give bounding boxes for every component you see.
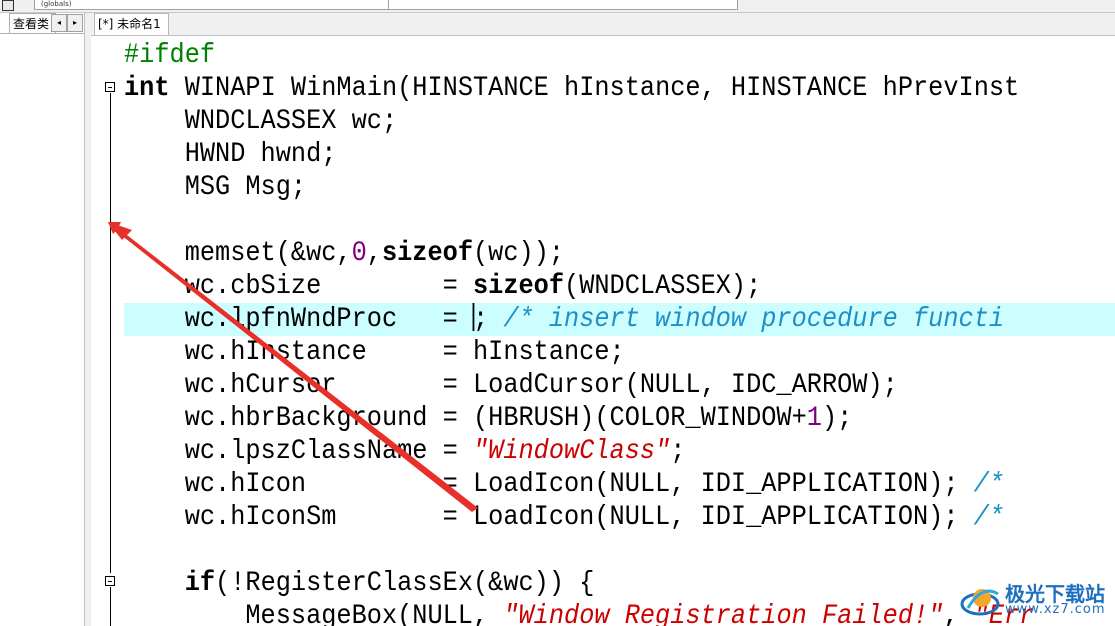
tab-scroll-left-button[interactable]: ◂ [51,14,67,32]
code-token: /* [973,502,1005,533]
code-token: int [124,73,170,104]
code-token: wc.hInstance = hInstance; [124,337,625,368]
code-token: wc.hIcon = LoadIcon(NULL, IDI_APPLICATIO… [124,469,974,500]
code-line[interactable]: wc.cbSize = sizeof(WNDCLASSEX); [124,270,1019,303]
code-token: /* insert window procedure functi [503,304,1005,335]
code-token: wc.lpszClassName = [124,436,473,467]
code-token: 1 [806,403,822,434]
code-editor[interactable]: #ifdef int WINAPI WinMain(HINSTANCE hInst… [124,39,1115,626]
toolbar: (globals) [0,0,1115,13]
code-token: memset(&wc, [124,238,352,269]
code-token: WINAPI WinMain(HINSTANCE hInstance, HINS… [169,73,1020,104]
watermark-url: www.xz7.com [1005,602,1106,617]
code-token: (wc)); [473,238,565,269]
code-token: wc.hIconSm = LoadIcon(NULL, IDI_APPLICAT… [124,502,974,533]
fold-collapse-icon[interactable] [105,82,115,92]
code-line[interactable]: wc.hbrBackground = (HBRUSH)(COLOR_WINDOW… [124,402,1019,435]
code-token: MessageBox(NULL, [124,601,504,626]
code-token: WNDCLASSEX wc; [124,106,398,137]
code-line[interactable]: wc.hIcon = LoadIcon(NULL, IDI_APPLICATIO… [124,468,1019,501]
code-token: ); [821,403,853,434]
code-token: (WNDCLASSEX); [564,271,762,302]
class-combo[interactable]: (globals) [34,0,392,10]
code-line-current[interactable]: wc.lpfnWndProc = ; /* insert window proc… [124,303,1019,336]
code-token: (!RegisterClassEx(&wc)) { [215,568,595,599]
tab-scroll-right-button[interactable]: ▸ [67,14,83,32]
code-line[interactable]: MessageBox(NULL, "Window Registration Fa… [124,600,1034,626]
code-line[interactable]: wc.lpszClassName = "WindowClass"; [124,435,1019,468]
code-line[interactable]: wc.hCursor = LoadCursor(NULL, IDC_ARROW)… [124,369,1019,402]
code-line[interactable]: int WINAPI WinMain(HINSTANCE hInstance, … [124,72,1019,105]
member-combo[interactable] [388,0,738,10]
code-line[interactable]: memset(&wc,0,sizeof(wc)); [124,237,1019,270]
code-token: wc.hbrBackground = (HBRUSH)(COLOR_WINDOW… [124,403,807,434]
code-token: /* [973,469,1005,500]
code-token: ; [472,304,504,335]
watermark-logo-icon [960,589,1000,616]
class-browser-panel: 查看类 ◂ ▸ [0,13,85,626]
code-token: #ifdef [124,40,216,71]
editor-gutter [91,36,124,626]
code-token: "Window Registration Failed!" [503,601,944,626]
code-line[interactable] [124,204,1019,237]
code-line[interactable]: HWND hwnd; [124,138,1019,171]
code-token: if [184,568,216,599]
code-line[interactable] [124,534,1019,567]
editor-tabbar: [*] 未命名1 [91,13,1115,36]
code-token: , [366,238,382,269]
code-token: 0 [351,238,367,269]
tab-untitled1[interactable]: [*] 未命名1 [94,13,169,35]
code-token: ; [670,436,686,467]
code-line[interactable]: MSG Msg; [124,171,1019,204]
code-line[interactable]: if(!RegisterClassEx(&wc)) { [124,567,1019,600]
code-token: wc.hCursor = LoadCursor(NULL, IDC_ARROW)… [124,370,898,401]
code-token: MSG Msg; [124,172,307,203]
code-token: wc.lpfnWndProc = [124,304,473,335]
fold-line [110,587,111,626]
fold-line [110,93,111,573]
tab-class-view[interactable]: 查看类 [9,13,56,34]
code-line[interactable]: WNDCLASSEX wc; [124,105,1019,138]
fold-collapse-icon[interactable] [105,576,115,586]
code-token: wc.cbSize = [124,271,473,302]
code-token: sizeof [381,238,474,269]
tab-divider [0,33,84,34]
code-token: "WindowClass" [472,436,671,467]
watermark: 极光下载站 www.xz7.com [960,576,1110,624]
code-line[interactable]: wc.hInstance = hInstance; [124,336,1019,369]
code-line[interactable]: #ifdef [124,39,1019,72]
code-token: sizeof [472,271,565,302]
toolbar-icon[interactable] [2,0,14,11]
code-token: HWND hwnd; [124,139,337,170]
code-line[interactable]: wc.hIconSm = LoadIcon(NULL, IDI_APPLICAT… [124,501,1019,534]
